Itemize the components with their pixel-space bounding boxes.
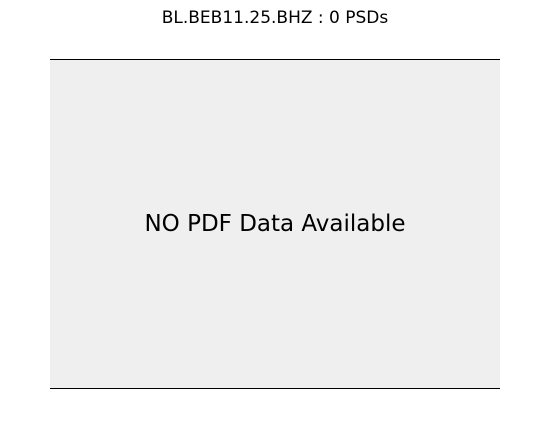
chart-title: BL.BEB11.25.BHZ : 0 PSDs <box>161 8 389 28</box>
no-data-message: NO PDF Data Available <box>144 211 406 237</box>
plot-area: NO PDF Data Available <box>50 59 500 389</box>
